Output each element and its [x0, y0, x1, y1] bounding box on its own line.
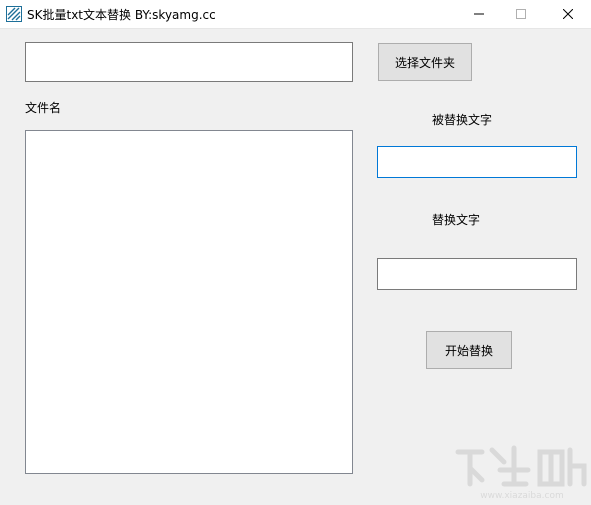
find-text-label: 被替换文字: [432, 113, 493, 127]
folder-path-input[interactable]: [25, 42, 353, 82]
watermark-logo: www.xiazaiba.com: [455, 445, 587, 501]
svg-text:www.xiazaiba.com: www.xiazaiba.com: [480, 491, 564, 501]
replace-text-input[interactable]: [377, 258, 577, 290]
close-button[interactable]: [545, 0, 591, 28]
file-name-label: 文件名: [25, 101, 62, 115]
minimize-button[interactable]: [456, 0, 502, 28]
app-icon: [6, 6, 22, 22]
choose-folder-button[interactable]: 选择文件夹: [378, 43, 472, 81]
close-icon: [563, 9, 573, 19]
maximize-icon: [516, 9, 526, 19]
window-title: SK批量txt文本替换 BY:skyamg.cc: [27, 8, 216, 22]
find-text-input[interactable]: [377, 146, 577, 178]
start-replace-button[interactable]: 开始替换: [426, 331, 512, 369]
minimize-icon: [474, 13, 484, 15]
file-list[interactable]: [25, 130, 353, 474]
title-bar: SK批量txt文本替换 BY:skyamg.cc: [0, 0, 591, 29]
maximize-button[interactable]: [498, 0, 544, 28]
replace-text-label: 替换文字: [432, 213, 481, 227]
